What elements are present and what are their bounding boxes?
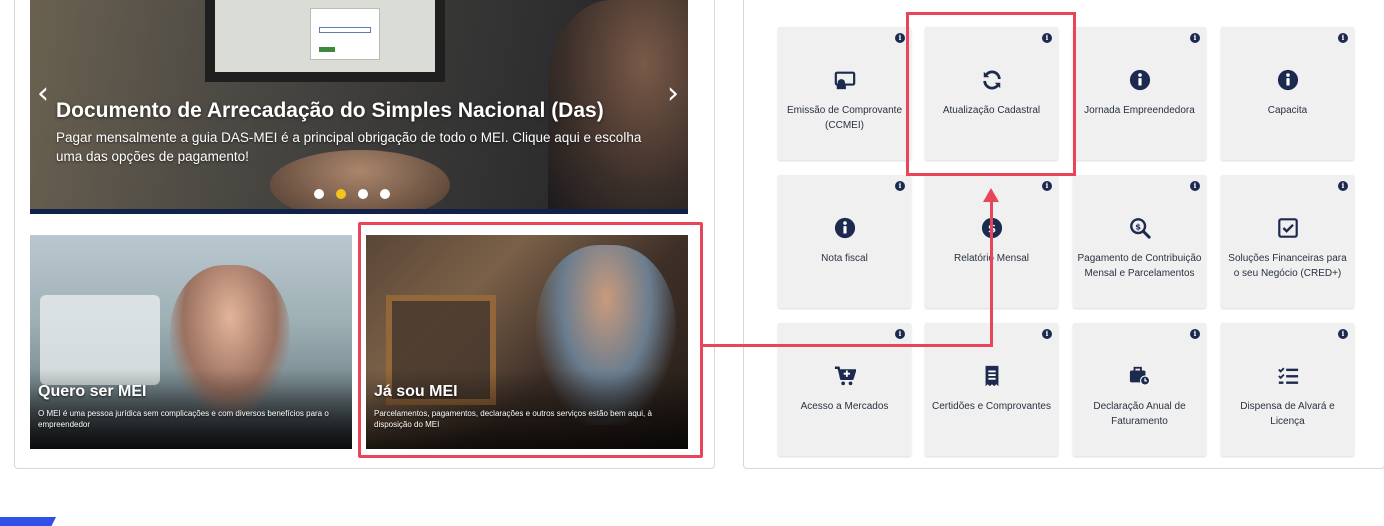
info-icon[interactable]: i — [1190, 33, 1200, 43]
service-tile[interactable]: i Acesso a Mercados — [778, 323, 911, 456]
chevron-right-icon[interactable]: › — [664, 79, 682, 109]
cart-plus-icon — [834, 365, 857, 387]
service-tile-label: Pagamento de Contribuição Mensal e Parce… — [1077, 253, 1202, 279]
briefcase-clock-icon — [1129, 365, 1151, 387]
info-icon[interactable]: i — [1042, 33, 1052, 43]
card-description: O MEI é uma pessoa jurídica sem complica… — [38, 409, 329, 429]
service-tile[interactable]: i Dispensa de Alvará e Licença — [1221, 323, 1354, 456]
service-tile[interactable]: i Emissão de Comprovante (CCMEI) — [778, 27, 911, 160]
card-description: Parcelamentos, pagamentos, declarações e… — [374, 409, 652, 429]
carousel-laptop-screen-image — [205, 0, 445, 82]
info-icon[interactable]: i — [1190, 181, 1200, 191]
service-tile-label: Soluções Financeiras para o seu Negócio … — [1228, 253, 1347, 279]
carousel-dot-3[interactable] — [358, 189, 368, 199]
service-tile[interactable]: i $ Pagamento de Contribuição Mensal e Par… — [1073, 175, 1206, 308]
card-title: Já sou MEI — [374, 383, 458, 400]
info-icon[interactable]: i — [895, 181, 905, 191]
carousel-dot-1[interactable] — [314, 189, 324, 199]
page: ‹ › Documento de Arrecadação do Simples … — [0, 0, 1384, 526]
refresh-icon — [981, 69, 1003, 91]
info-circle-icon — [1277, 69, 1299, 91]
info-icon[interactable]: i — [895, 33, 905, 43]
service-tile-label: Capacita — [1267, 105, 1308, 116]
carousel-description[interactable]: Pagar mensalmente a guia DAS-MEI é a pri… — [56, 128, 656, 166]
service-tile-label: Dispensa de Alvará e Licença — [1240, 401, 1335, 427]
service-tile[interactable]: i Atualização Cadastral — [925, 27, 1058, 160]
svg-text:$: $ — [1135, 221, 1141, 231]
arrow-up-icon — [983, 188, 999, 202]
service-tile[interactable]: i Nota fiscal — [778, 175, 911, 308]
service-tile-label: Declaração Anual de Faturamento — [1093, 401, 1186, 427]
info-icon[interactable]: i — [1190, 329, 1200, 339]
service-tile[interactable]: i Capacita — [1221, 27, 1354, 160]
checklist-icon — [1277, 365, 1299, 387]
info-icon[interactable]: i — [1338, 181, 1348, 191]
info-icon[interactable]: i — [1042, 181, 1052, 191]
info-icon[interactable]: i — [895, 329, 905, 339]
carousel-dot-4[interactable] — [380, 189, 390, 199]
certificate-icon — [834, 69, 856, 91]
connector-line-horizontal — [703, 344, 993, 347]
info-circle-icon — [1129, 69, 1151, 91]
service-tile-label: Atualização Cadastral — [942, 105, 1041, 116]
carousel-title[interactable]: Documento de Arrecadação do Simples Naci… — [56, 99, 604, 123]
service-tile-label: Jornada Empreendedora — [1084, 105, 1195, 116]
carousel-bottom-bar — [30, 209, 688, 214]
card-quero-ser-mei[interactable]: Quero ser MEI O MEI é uma pessoa jurídic… — [30, 235, 352, 449]
service-tile[interactable]: i Jornada Empreendedora — [1073, 27, 1206, 160]
service-tile-label: Emissão de Comprovante (CCMEI) — [786, 105, 903, 131]
service-tile[interactable]: i Declaração Anual de Faturamento — [1073, 323, 1206, 456]
service-tile-label: Acesso a Mercados — [800, 401, 889, 412]
chevron-left-icon[interactable]: ‹ — [34, 79, 52, 109]
connector-line-vertical — [990, 198, 993, 347]
card-ja-sou-mei[interactable]: Já sou MEI Parcelamentos, pagamentos, de… — [366, 235, 688, 449]
receipt-icon — [981, 365, 1003, 387]
hero-carousel[interactable]: ‹ › Documento de Arrecadação do Simples … — [30, 0, 688, 214]
service-tile-label: Certidões e Comprovantes — [932, 401, 1051, 412]
carousel-dots — [314, 189, 390, 199]
service-tile-label: Nota fiscal — [821, 253, 868, 264]
brand-mark — [0, 517, 56, 526]
info-icon[interactable]: i — [1338, 33, 1348, 43]
card-title: Quero ser MEI — [38, 383, 147, 400]
carousel-dot-2[interactable] — [336, 189, 346, 199]
service-tile[interactable]: i Soluções Financeiras para o seu Negócio… — [1221, 175, 1354, 308]
info-icon[interactable]: i — [1042, 329, 1052, 339]
info-icon[interactable]: i — [1338, 329, 1348, 339]
info-circle-icon — [834, 217, 856, 239]
checkbox-icon — [1277, 217, 1299, 239]
search-dollar-icon: $ — [1129, 217, 1151, 239]
